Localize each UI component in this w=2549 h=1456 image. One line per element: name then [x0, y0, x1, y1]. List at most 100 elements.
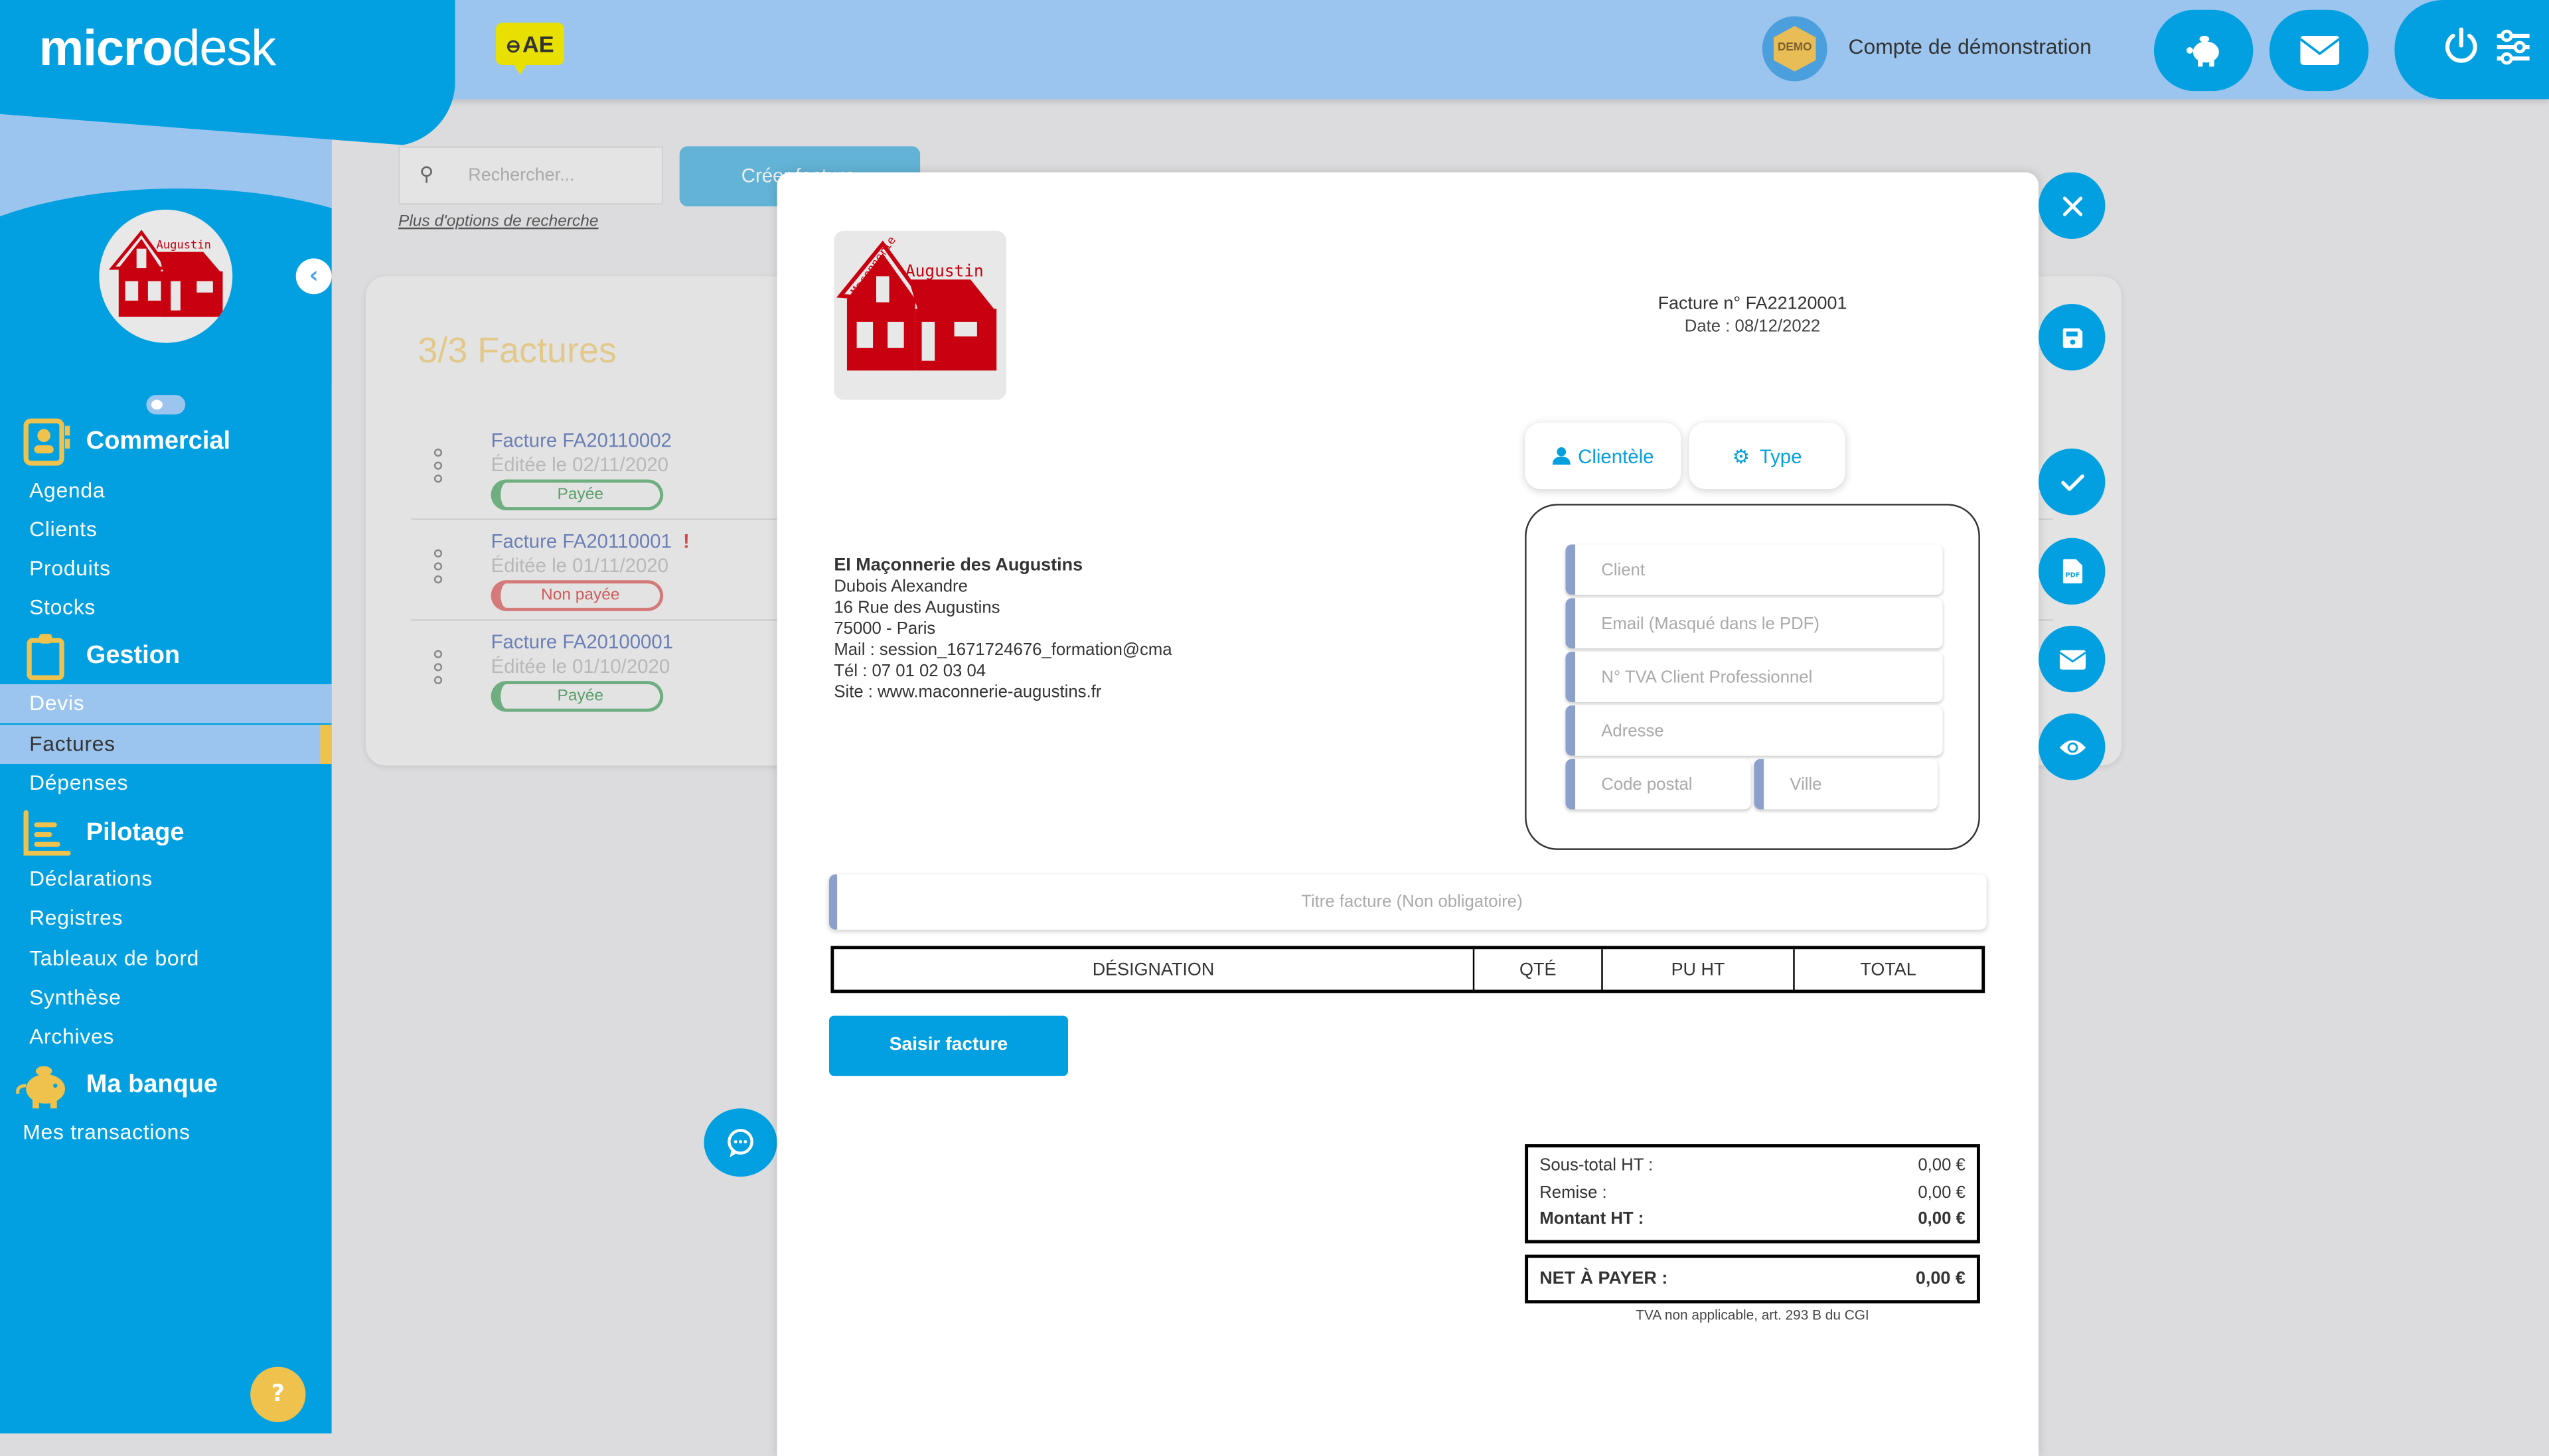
section-pilotage: Pilotage — [23, 810, 184, 858]
address-input[interactable] — [1575, 705, 1943, 756]
more-options-icon[interactable] — [433, 549, 444, 589]
help-bubble-icon: ? — [271, 1381, 285, 1408]
alert-icon: ! — [683, 530, 690, 553]
chart-lines-icon — [23, 810, 71, 856]
collapse-sidebar-button[interactable]: ‹ — [295, 258, 332, 295]
save-button[interactable] — [2039, 303, 2106, 371]
net-label: NET À PAYER : — [1539, 1269, 1668, 1289]
client-input[interactable] — [1575, 544, 1943, 595]
issuer-city: 75000 - Paris — [834, 619, 936, 639]
issuer-details: EI Maçonnerie des Augustins Dubois Alexa… — [834, 556, 1172, 704]
sidebar-item-factures[interactable]: Factures — [0, 725, 332, 764]
email-field — [1565, 598, 1943, 649]
validate-button[interactable] — [2039, 448, 2106, 516]
sidebar-item-stocks[interactable]: Stocks — [0, 589, 332, 628]
zip-field — [1565, 759, 1751, 810]
tab-clientele[interactable]: Clientèle — [1525, 422, 1681, 490]
invoice-count-title: 3/3 Factures — [418, 330, 617, 371]
sidebar-toggle[interactable] — [146, 395, 186, 415]
sidebar-item-clients[interactable]: Clients — [0, 510, 332, 549]
piggy-bank-icon — [16, 1066, 65, 1109]
address-field — [1565, 705, 1943, 756]
sidebar-item-archives[interactable]: Archives — [0, 1017, 332, 1056]
company-avatar[interactable]: Augustin — [99, 209, 233, 343]
section-gestion: Gestion — [23, 632, 180, 681]
issuer-site: Site : www.maconnerie-augustins.fr — [834, 682, 1102, 702]
vat-note: TVA non applicable, art. 293 B du CGI — [1636, 1306, 1869, 1323]
sidebar-item-tableaux-de-bord[interactable]: Tableaux de bord — [0, 940, 332, 979]
zip-input[interactable] — [1575, 759, 1751, 810]
city-input[interactable] — [1764, 759, 1938, 810]
column-quantity: QTÉ — [1474, 949, 1603, 990]
more-options-icon[interactable] — [433, 650, 444, 690]
house-logo-icon: Augustin Maçonnerie — [836, 234, 997, 371]
eye-icon — [2058, 739, 2085, 755]
gear-icon: ⚙ — [1732, 444, 1750, 468]
envelope-icon — [2299, 35, 2339, 65]
sidebar-item-synthese[interactable]: Synthèse — [0, 978, 332, 1017]
invoice-number: Facture n° FA22120001 — [1658, 294, 1847, 314]
issuer-mail: Mail : session_1671724676_formation@cma — [834, 640, 1172, 660]
close-button[interactable] — [2039, 172, 2106, 240]
login-arrow-icon: ⊖ — [506, 37, 521, 57]
sidebar-item-registres[interactable]: Registres — [0, 899, 332, 938]
envelope-icon — [2058, 649, 2085, 669]
invoice-name[interactable]: Facture FA20110001! — [491, 530, 690, 552]
status-badge: Non payée — [491, 580, 664, 611]
svg-text:PDF: PDF — [2064, 571, 2079, 579]
sidebar-item-depenses[interactable]: Dépenses — [0, 764, 332, 803]
net-to-pay-box: NET À PAYER : 0,00 € — [1525, 1254, 1980, 1304]
invoice-date: Éditée le 01/10/2020 — [491, 654, 670, 678]
messages-button[interactable] — [2269, 9, 2369, 92]
invoice-date: Date : 08/12/2022 — [1684, 317, 1821, 336]
account-avatar[interactable]: DEMO — [1762, 16, 1827, 82]
sidebar-item-agenda[interactable]: Agenda — [0, 471, 332, 510]
tab-type[interactable]: ⚙ Type — [1689, 422, 1845, 490]
bank-button[interactable] — [2153, 9, 2254, 92]
vat-number-field — [1565, 652, 1943, 702]
section-ma-banque: Ma banque — [13, 1061, 218, 1110]
invoice-title-input[interactable] — [837, 874, 1987, 930]
search-box: ⚲ — [398, 146, 664, 205]
sidebar-item-declarations[interactable]: Déclarations — [0, 860, 332, 899]
invoice-name[interactable]: Facture FA20110002 — [491, 429, 672, 452]
sidebar: Augustin ‹ Commercial Agenda Clients Pro… — [0, 99, 332, 1434]
sidebar-item-produits[interactable]: Produits — [0, 549, 332, 589]
vat-number-input[interactable] — [1575, 652, 1943, 702]
section-commercial: Commercial — [23, 417, 230, 466]
email-input[interactable] — [1575, 598, 1943, 649]
help-button[interactable]: ? — [250, 1366, 306, 1422]
client-field — [1565, 544, 1943, 595]
sliders-icon[interactable] — [2495, 28, 2531, 67]
chevron-left-icon: ‹ — [309, 263, 319, 289]
company-logo[interactable]: Augustin Maçonnerie — [834, 230, 1006, 400]
chat-button[interactable] — [704, 1108, 777, 1177]
app-logo[interactable]: microdesk — [39, 19, 276, 78]
issuer-phone: Tél : 07 01 02 03 04 — [834, 661, 986, 682]
search-input[interactable] — [468, 161, 655, 190]
sidebar-item-devis[interactable]: Devis — [0, 684, 332, 723]
ae-badge[interactable]: ⊖ AE — [495, 23, 564, 75]
net-value: 0,00 € — [1915, 1269, 1966, 1289]
chat-bubble-icon — [728, 1129, 753, 1157]
subtotal-row: Sous-total HT :0,00 € — [1539, 1155, 1966, 1175]
totals-box: Sous-total HT :0,00 € Remise :0,00 € Mon… — [1525, 1144, 1980, 1244]
contact-book-icon — [23, 418, 70, 466]
discount-row: Remise :0,00 € — [1539, 1182, 1966, 1202]
invoice-date: Éditée le 01/11/2020 — [491, 554, 669, 577]
more-search-options-link[interactable]: Plus d'options de recherche — [398, 213, 598, 231]
svg-text:Augustin: Augustin — [156, 239, 210, 252]
preview-button[interactable] — [2039, 713, 2106, 780]
invoice-name[interactable]: Facture FA20100001 — [491, 630, 673, 653]
power-icon[interactable] — [2443, 27, 2479, 67]
more-options-icon[interactable] — [433, 448, 444, 488]
save-icon — [2062, 327, 2082, 347]
invoice-title-field — [828, 874, 1987, 930]
send-email-button[interactable] — [2039, 625, 2106, 693]
account-name[interactable]: Compte de démonstration — [1849, 34, 2092, 58]
enter-invoice-button[interactable]: Saisir facture — [828, 1015, 1068, 1076]
pdf-button[interactable]: PDF — [2039, 538, 2106, 605]
close-icon — [2062, 196, 2082, 216]
amount-row: Montant HT :0,00 € — [1539, 1209, 1966, 1229]
sidebar-item-mes-transactions[interactable]: Mes transactions — [0, 1114, 332, 1153]
